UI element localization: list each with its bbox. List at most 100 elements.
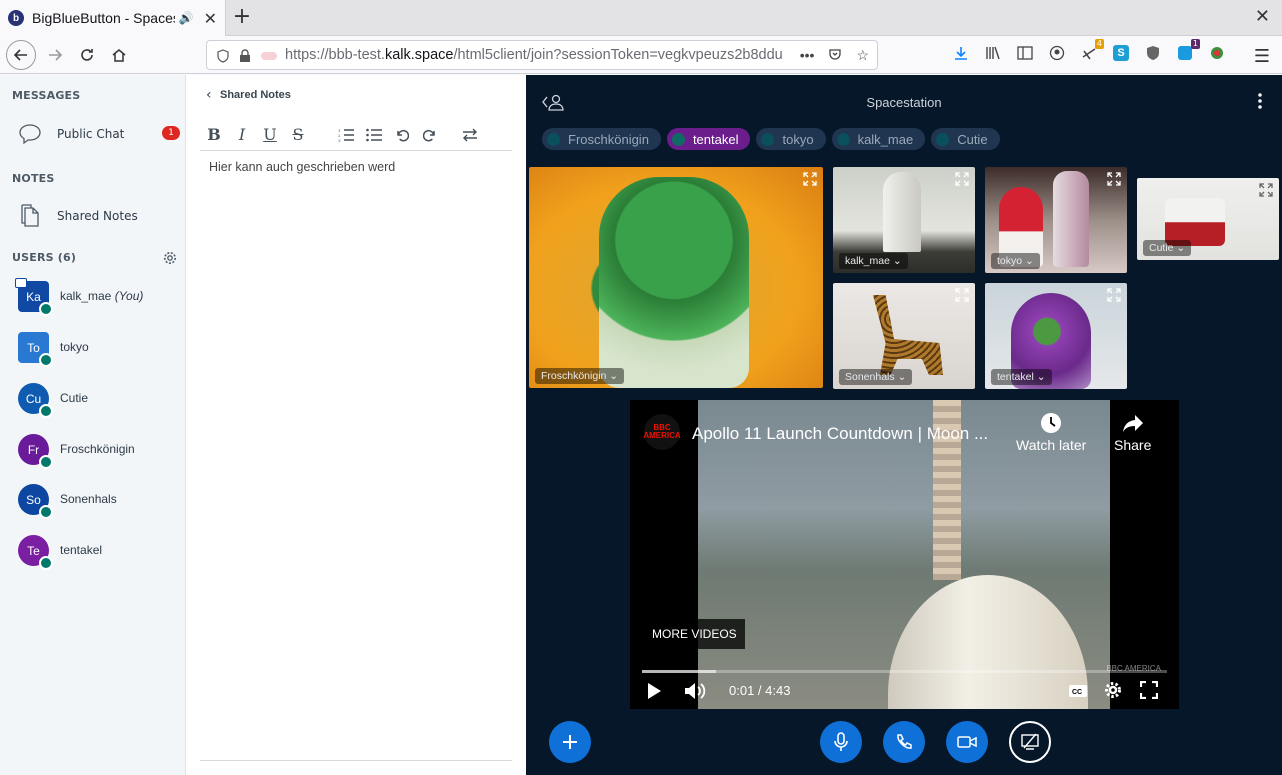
redo-icon[interactable] — [416, 123, 444, 147]
forward-button[interactable] — [40, 40, 70, 70]
privacy-extension-icon[interactable] — [1206, 42, 1228, 64]
video-name-text: tentakel — [997, 371, 1034, 383]
user-row[interactable]: Fr Froschkönigin — [0, 428, 186, 472]
more-videos-button[interactable]: MORE VIDEOS — [644, 619, 745, 649]
user-name: Sonenhals — [60, 492, 117, 506]
back-button[interactable] — [6, 40, 36, 70]
shared-notes-item[interactable]: Shared Notes — [0, 198, 186, 234]
actions-plus-button[interactable] — [549, 721, 591, 763]
video-tile-tokyo[interactable]: tokyo ⌄ — [985, 167, 1127, 273]
expand-icon[interactable] — [955, 171, 969, 190]
talker-chip[interactable]: Cutie — [931, 128, 1000, 150]
progress-bar[interactable] — [642, 670, 1167, 673]
menu-icon[interactable]: ☰ — [1254, 46, 1270, 67]
talker-chip[interactable]: tokyo — [756, 128, 826, 150]
addon-icon[interactable]: 4 — [1078, 39, 1104, 64]
reload-button[interactable] — [72, 40, 102, 70]
home-button[interactable] — [104, 40, 134, 70]
conference-main: Spacestation Froschkönigin tentakel tokyo k… — [526, 75, 1282, 775]
talker-chip[interactable]: kalk_mae — [831, 128, 926, 150]
browser-tab[interactable]: b BigBlueButton - Spacestation 🔊 ✕ — [0, 0, 226, 36]
user-name-text: Froschkönigin — [60, 442, 135, 456]
ublock-icon[interactable] — [1142, 42, 1164, 64]
video-title[interactable]: Apollo 11 Launch Countdown | Moon ... — [692, 424, 988, 444]
talker-chip[interactable]: tentakel — [666, 128, 751, 150]
shield-icon — [217, 49, 229, 63]
public-chat-item[interactable]: Public Chat 1 — [0, 116, 186, 152]
new-tab-button[interactable]: + — [232, 6, 252, 28]
captions-icon[interactable]: CC — [1068, 683, 1088, 703]
expand-icon[interactable] — [803, 171, 817, 190]
shared-notes-header[interactable]: Shared Notes — [220, 89, 291, 101]
expand-icon[interactable] — [1259, 182, 1273, 201]
fullscreen-icon[interactable] — [1139, 680, 1159, 703]
bullet-list-icon[interactable] — [360, 123, 388, 147]
user-list-panel: MESSAGES Public Chat 1 NOTES Shared Note… — [0, 75, 186, 775]
camera-button[interactable] — [946, 721, 988, 763]
italic-button[interactable]: I — [228, 123, 256, 147]
extension-icon[interactable]: 1 — [1174, 39, 1200, 64]
video-tile-tentakel[interactable]: tentakel ⌄ — [985, 283, 1127, 389]
window-close-icon[interactable]: ✕ — [1255, 6, 1270, 27]
account-icon[interactable] — [1046, 42, 1068, 64]
svg-text:CC: CC — [1072, 689, 1082, 696]
tower-image — [1053, 171, 1089, 267]
user-name-text: tokyo — [60, 340, 89, 354]
skype-icon[interactable]: S — [1110, 42, 1132, 64]
permission-icon[interactable] — [261, 52, 277, 60]
video-tile-cutie[interactable]: Cutie ⌄ — [1137, 178, 1279, 260]
chevron-left-icon[interactable]: ‹ — [206, 87, 212, 103]
download-icon[interactable] — [950, 42, 972, 64]
share-button[interactable]: Share — [1114, 412, 1151, 453]
video-tile-sonenhals[interactable]: Sonenhals ⌄ — [833, 283, 975, 389]
video-tile-froschkonigin[interactable]: Froschkönigin ⌄ — [529, 167, 823, 388]
channel-logo-icon[interactable]: BBC AMERICA — [643, 414, 681, 450]
settings-gear-icon[interactable] — [1104, 681, 1122, 703]
play-icon[interactable] — [646, 682, 662, 704]
share-label: Share — [1114, 437, 1152, 453]
watch-later-button[interactable]: Watch later — [1016, 412, 1086, 453]
bold-button[interactable]: B — [200, 123, 228, 147]
microphone-button[interactable] — [820, 721, 862, 763]
sidebar-icon[interactable] — [1014, 42, 1036, 64]
url-bar[interactable]: https://bbb-test.kalk.space/html5client/… — [206, 40, 878, 70]
ordered-list-icon[interactable]: 123 — [332, 123, 360, 147]
swap-arrows-icon[interactable] — [456, 123, 484, 147]
user-row[interactable]: So Sonenhals — [0, 478, 186, 522]
mic-status-icon — [39, 404, 53, 418]
bookmark-star-icon[interactable]: ☆ — [856, 47, 869, 64]
browser-toolbar: 4 S 1 — [950, 39, 1228, 64]
audio-phone-button[interactable] — [883, 721, 925, 763]
clock-icon — [1041, 413, 1062, 433]
screen-share-button[interactable] — [1009, 721, 1051, 763]
user-row[interactable]: Cu Cutie — [0, 377, 186, 421]
user-row[interactable]: To tokyo — [0, 326, 186, 370]
video-tile-kalk-mae[interactable]: kalk_mae ⌄ — [833, 167, 975, 273]
youtube-player[interactable]: BBC AMERICA Apollo 11 Launch Countdown |… — [630, 400, 1179, 709]
expand-icon[interactable] — [1107, 171, 1121, 190]
plus-icon — [563, 735, 577, 749]
underline-button[interactable]: U — [256, 123, 284, 147]
close-tab-icon[interactable]: ✕ — [204, 9, 217, 28]
strikethrough-button[interactable]: S — [284, 123, 312, 147]
user-name-text: Sonenhals — [60, 492, 117, 506]
user-row[interactable]: Ka kalk_mae (You) — [0, 275, 186, 319]
mic-status-icon — [39, 455, 53, 469]
more-actions-icon[interactable]: ••• — [800, 47, 815, 64]
pocket-icon[interactable] — [828, 47, 842, 64]
expand-icon[interactable] — [955, 287, 969, 306]
undo-icon[interactable] — [388, 123, 416, 147]
speaker-icon[interactable]: 🔊 — [179, 11, 194, 25]
volume-icon[interactable] — [684, 681, 706, 705]
notes-content[interactable]: Hier kann auch geschrieben werd — [209, 160, 395, 174]
shared-notes-panel: ‹ Shared Notes B I U S 123 Hier kann auc… — [186, 75, 526, 775]
user-settings-gear-icon[interactable] — [163, 250, 177, 269]
library-icon[interactable] — [982, 42, 1004, 64]
user-name: kalk_mae (You) — [60, 289, 143, 303]
talker-chip[interactable]: Froschkönigin — [542, 128, 661, 150]
video-name-text: Sonenhals — [845, 371, 895, 383]
expand-icon[interactable] — [1107, 287, 1121, 306]
more-options-icon[interactable] — [1258, 93, 1262, 113]
user-row[interactable]: Te tentakel — [0, 529, 186, 573]
giraffe-image — [873, 295, 943, 375]
